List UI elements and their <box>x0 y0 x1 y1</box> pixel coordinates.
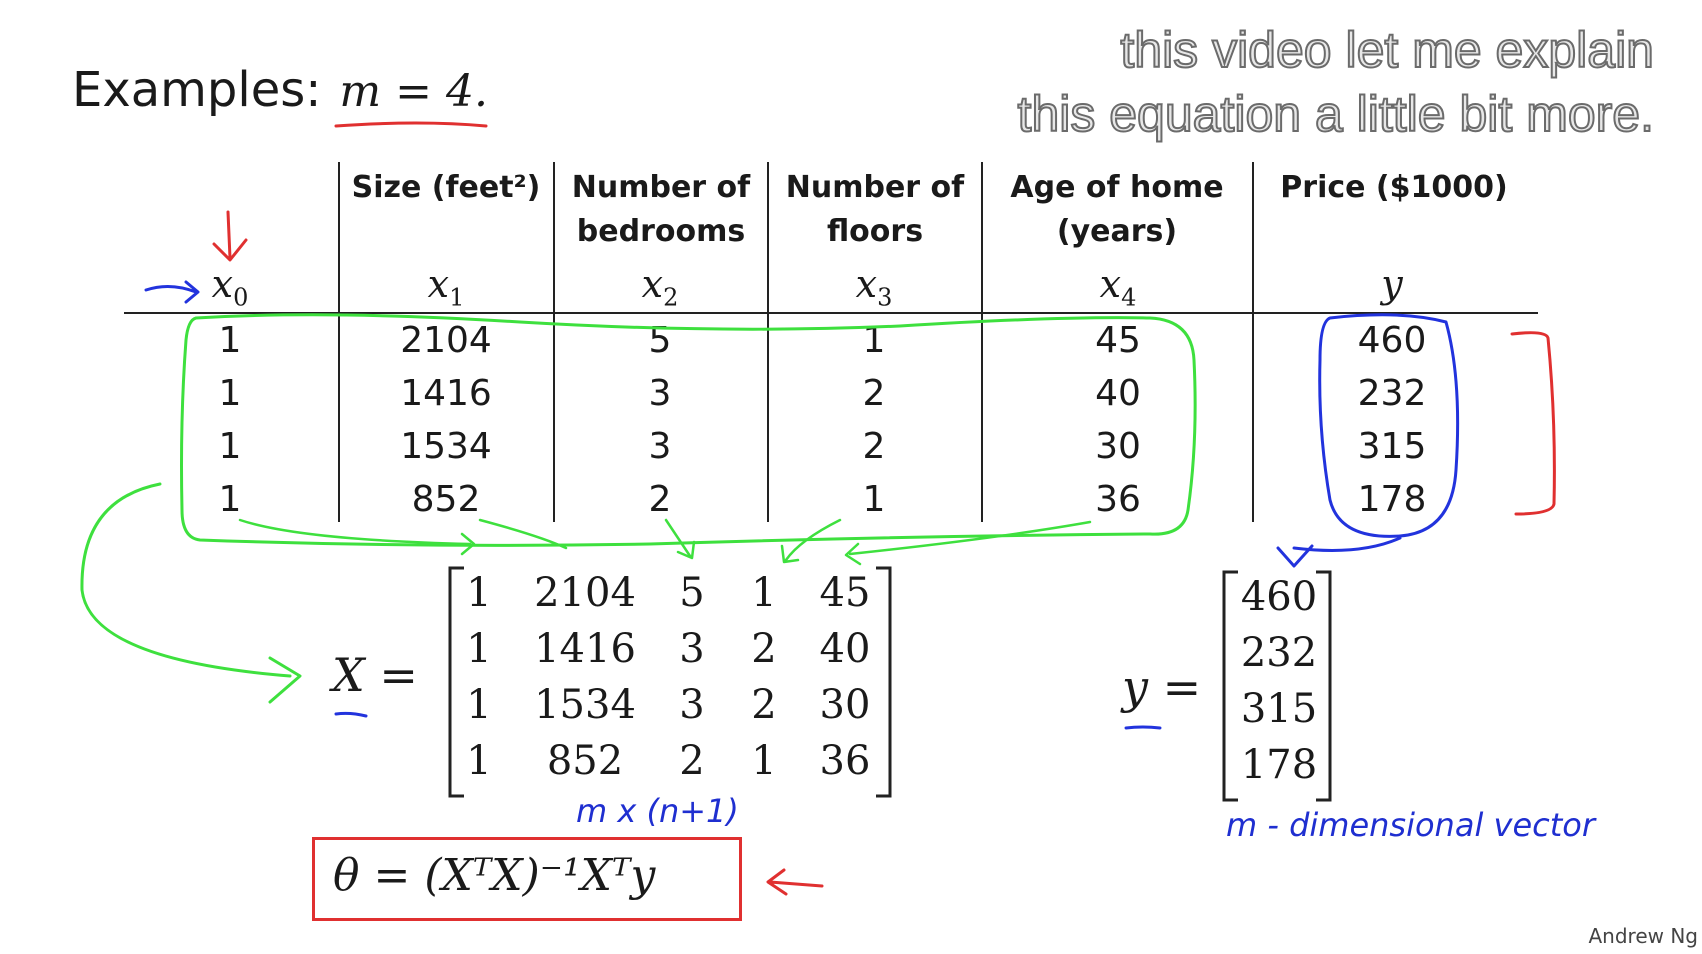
blue-arrow-to-y <box>1276 536 1402 568</box>
blue-y-loop <box>1318 313 1460 538</box>
y-underline <box>1124 725 1162 730</box>
red-underline <box>334 121 488 128</box>
x-underline <box>334 711 368 718</box>
pen-annotations <box>80 121 1556 896</box>
author-credit: Andrew Ng <box>1588 924 1698 948</box>
green-feature-loop <box>180 313 1197 547</box>
blue-right-arrow <box>144 280 200 304</box>
red-arrow-to-formula <box>766 868 824 896</box>
red-down-arrow <box>212 210 248 262</box>
green-arrow-to-x <box>80 482 302 704</box>
red-bracket <box>1510 331 1556 516</box>
